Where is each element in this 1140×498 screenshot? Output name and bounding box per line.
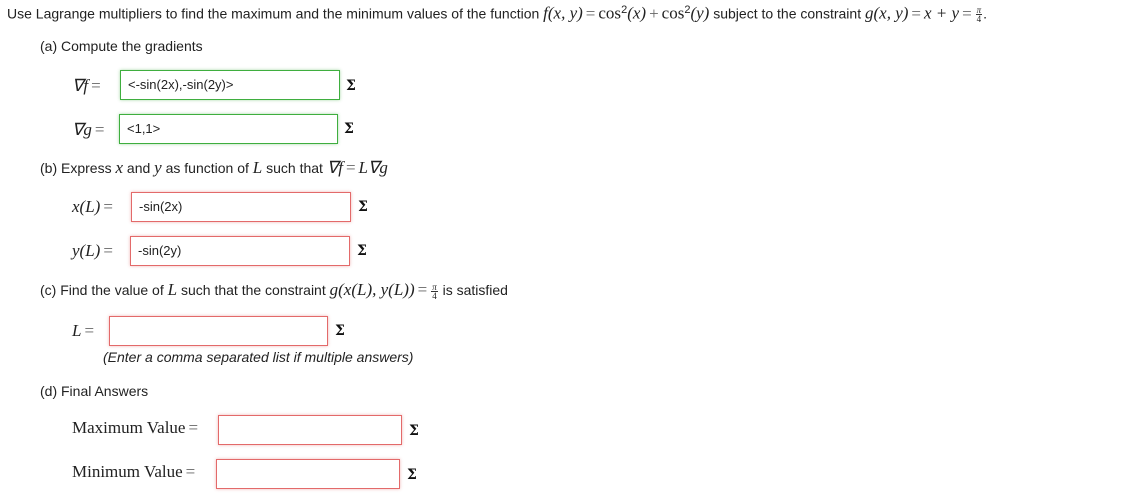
L-var: L	[167, 280, 178, 299]
y-of-L-input[interactable]: -sin(2y)	[130, 236, 350, 266]
part-b-mid: as function of	[165, 160, 249, 176]
multiple-answers-hint: (Enter a comma separated list if multipl…	[103, 349, 414, 365]
x-of-L-symbol: x(L)	[72, 197, 101, 216]
min-value-label: Minimum Value =	[72, 462, 198, 482]
period: .	[983, 5, 988, 22]
and-text: and	[126, 160, 151, 176]
pi-numerator: π	[976, 5, 982, 16]
min-value-input[interactable]	[216, 459, 400, 489]
equals-sign: =	[103, 197, 113, 216]
max-value-text: Maximum Value	[72, 418, 186, 437]
part-b-title: (b) Express x and y as function of L suc…	[40, 158, 388, 178]
equals-sign: =	[345, 158, 356, 177]
equals-sign: =	[103, 241, 113, 260]
x-of-L-input[interactable]: -sin(2x)	[131, 192, 351, 222]
y-var: y	[154, 158, 162, 177]
plus-sign: +	[649, 3, 659, 23]
subject-to-text: subject to the constraint	[713, 5, 862, 22]
sigma-icon[interactable]: Σ	[344, 121, 354, 137]
cos-arg-b: (y)	[690, 3, 710, 23]
part-c-prefix: (c) Find the value of	[40, 282, 164, 298]
four-denominator: 4	[975, 14, 983, 25]
x-of-L-label: x(L) =	[72, 197, 116, 217]
grad-g-input[interactable]: <1,1>	[119, 114, 338, 144]
equals-sign: =	[417, 280, 428, 299]
grad-f-label: ∇f =	[72, 76, 104, 96]
x-var: x	[115, 158, 124, 177]
sigma-icon[interactable]: Σ	[335, 323, 345, 339]
part-c-mid: such that the constraint	[180, 282, 326, 298]
grad-g-symbol: ∇g	[72, 120, 92, 139]
max-value-input[interactable]	[218, 415, 402, 445]
constraint-expr: g(x(L), y(L))	[329, 280, 415, 299]
equals-sign: =	[94, 120, 105, 139]
four-denominator: 4	[431, 290, 438, 301]
part-c-suffix: is satisfied	[442, 282, 508, 298]
eq-lhs: ∇f	[326, 158, 343, 177]
equals-sign: =	[188, 418, 199, 437]
L-var: L	[252, 158, 263, 177]
sigma-icon[interactable]: Σ	[357, 243, 367, 259]
part-a-title: (a) Compute the gradients	[40, 38, 203, 54]
L-input[interactable]	[109, 316, 328, 346]
pi-over-four: π4	[975, 5, 983, 25]
part-b-suffix: such that	[266, 160, 323, 176]
L-label: L =	[72, 321, 97, 341]
max-value-label: Maximum Value =	[72, 418, 201, 438]
equals-sign: =	[585, 3, 596, 23]
grad-f-symbol: ∇f	[72, 76, 89, 95]
pi-over-four: π4	[431, 281, 438, 301]
pi-numerator: π	[432, 281, 437, 292]
y-of-L-label: y(L) =	[72, 241, 116, 261]
part-b-prefix: (b) Express	[40, 160, 112, 176]
cos-arg-a: (x)	[627, 3, 647, 23]
equals-sign: =	[962, 3, 972, 23]
constraint-rhs: x + y	[924, 3, 960, 23]
constraint-lhs: g(x, y)	[864, 3, 909, 23]
sigma-icon[interactable]: Σ	[407, 467, 417, 483]
problem-statement: Use Lagrange multipliers to find the max…	[7, 0, 987, 24]
min-value-text: Minimum Value	[72, 462, 183, 481]
equals-sign: =	[911, 3, 921, 23]
function-lhs: f(x, y)	[543, 3, 583, 23]
equals-sign: =	[84, 321, 95, 340]
sigma-icon[interactable]: Σ	[358, 199, 368, 215]
cos-a: cos	[598, 3, 622, 23]
part-c-title: (c) Find the value of L such that the co…	[40, 280, 508, 300]
y-of-L-symbol: y(L)	[72, 241, 101, 260]
equals-sign: =	[185, 462, 196, 481]
sigma-icon[interactable]: Σ	[346, 78, 356, 94]
cos-b: cos	[661, 3, 685, 23]
eq-rhs: L∇g	[358, 158, 388, 177]
problem-intro: Use Lagrange multipliers to find the max…	[7, 5, 540, 22]
grad-g-label: ∇g =	[72, 120, 107, 140]
part-d-title: (d) Final Answers	[40, 383, 149, 399]
equals-sign: =	[91, 76, 101, 95]
sigma-icon[interactable]: Σ	[409, 423, 419, 439]
grad-f-input[interactable]: <-sin(2x),-sin(2y)>	[120, 70, 340, 100]
